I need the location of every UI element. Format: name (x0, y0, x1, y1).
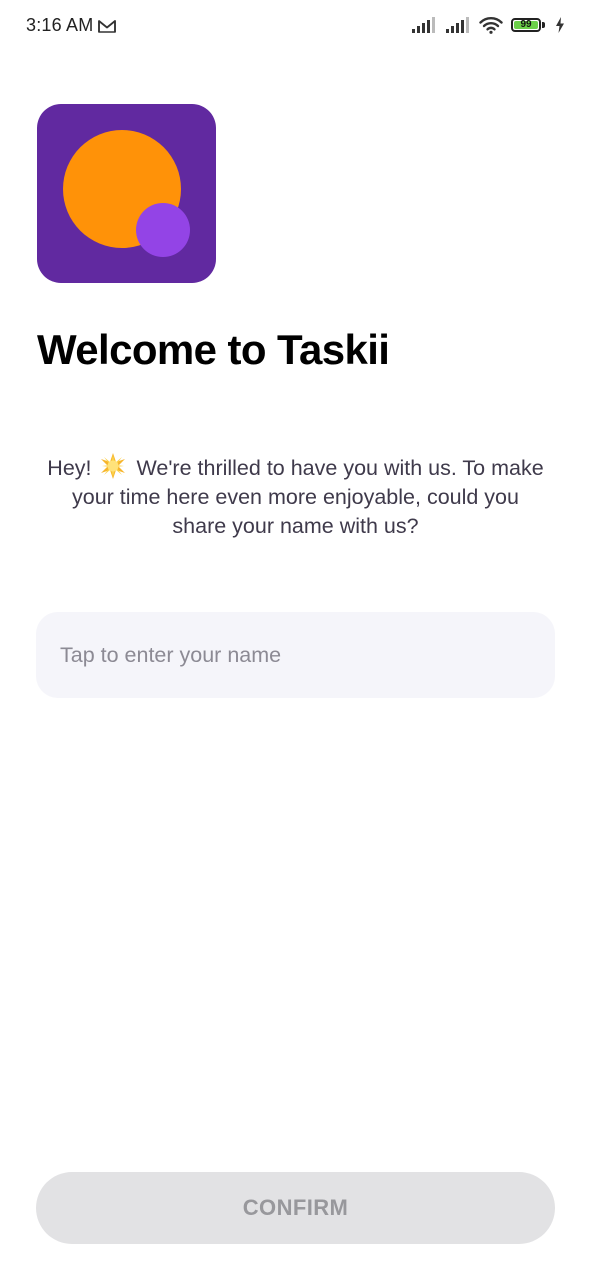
battery-indicator: 99 (511, 17, 547, 33)
intro-line-1: Hey! We're thrilled to have you with us.… (30, 452, 561, 483)
wifi-icon (479, 17, 503, 34)
confirm-button[interactable]: CONFIRM (36, 1172, 555, 1244)
status-bar: 3:16 AM 99 (0, 0, 591, 56)
status-right: 99 (411, 16, 565, 34)
battery-cap (542, 22, 545, 28)
name-field[interactable] (36, 612, 555, 698)
intro-greeting: Hey! (47, 456, 98, 480)
intro-line-1-rest: We're thrilled to have you with us. To m… (130, 456, 544, 480)
intro-line-3: share your name with us? (172, 514, 419, 538)
intro-line-2: your time here even more enjoyable, coul… (72, 485, 519, 509)
app-logo (37, 104, 216, 283)
status-left: 3:16 AM (26, 15, 117, 36)
name-input[interactable] (36, 612, 555, 698)
battery-level: 99 (520, 19, 532, 30)
gmail-icon (98, 19, 117, 33)
page-title: Welcome to Taskii (37, 326, 390, 373)
intro-text: Hey! We're thrilled to have you with us.… (30, 452, 561, 541)
status-time: 3:16 AM (26, 15, 94, 35)
sun-emoji (101, 453, 126, 479)
signal-icon-secondary (446, 17, 469, 33)
signal-icon (412, 17, 435, 33)
confirm-label: CONFIRM (242, 1195, 349, 1220)
battery-icon: 99 (511, 18, 541, 32)
charging-bolt-icon (556, 17, 564, 33)
